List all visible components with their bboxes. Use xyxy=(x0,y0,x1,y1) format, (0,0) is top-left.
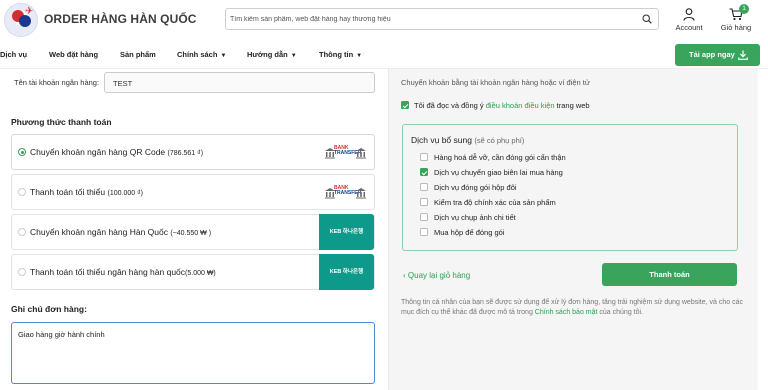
cart-label: Giỏ hàng xyxy=(720,23,752,32)
user-icon xyxy=(683,8,695,21)
checkout-button[interactable]: Thanh toán xyxy=(602,263,737,286)
brand-name[interactable]: ORDER HÀNG HÀN QUỐC xyxy=(44,12,197,26)
keb-hana-logo: KEB 하나은행 xyxy=(319,214,374,250)
service-checkbox[interactable] xyxy=(420,168,428,176)
privacy-notice: Thông tin cá nhân của bạn sẽ được sử dụn… xyxy=(401,299,743,316)
payment-option-korea-minimum[interactable]: Thanh toán tối thiểu ngân hàng hàn quốc(… xyxy=(11,254,375,290)
nav-item-chinh-sach[interactable]: Chính sách ▼ xyxy=(177,50,226,59)
terms-link[interactable]: điều khoản điều kiện xyxy=(486,101,555,110)
service-checkbox[interactable] xyxy=(420,183,428,191)
radio-button[interactable] xyxy=(18,228,26,236)
payment-option-amount: (100.000 ₫) xyxy=(107,190,144,197)
account-name-label: Tên tài khoản ngân hàng: xyxy=(14,78,100,87)
payment-option-name: Chuyển khoản ngân hàng QR Code xyxy=(30,147,166,157)
chevron-down-icon: ▼ xyxy=(290,53,297,59)
terms-checkbox[interactable] xyxy=(401,101,409,109)
chevron-left-icon: ‹ xyxy=(403,271,406,280)
account-name-field[interactable]: TEST xyxy=(104,72,375,93)
back-to-cart-link[interactable]: ‹ Quay lại giỏ hàng xyxy=(403,271,470,280)
download-app-button[interactable]: Tải app ngay xyxy=(675,44,760,66)
payment-intro-text: Chuyển khoản bằng tài khoản ngân hàng ho… xyxy=(401,78,590,87)
radio-button[interactable] xyxy=(18,268,26,276)
site-logo[interactable]: ✈ xyxy=(4,3,38,37)
nav-item-huong-dan[interactable]: Hướng dẫn ▼ xyxy=(247,50,297,59)
airplane-icon: ✈ xyxy=(25,6,34,17)
payment-option-name: Thanh toán tối thiểu xyxy=(30,187,106,197)
main-nav: Dịch vụ Web đặt hàng Sản phẩm Chính sách… xyxy=(0,42,768,68)
payment-option-amount: (786.561 ₫) xyxy=(167,150,204,157)
cart-count-badge: 1 xyxy=(739,4,749,14)
services-title: Dịch vụ bổ sung (sẽ có phụ phí) xyxy=(411,135,525,145)
bank-icon xyxy=(356,188,366,199)
payment-method-title: Phương thức thanh toán xyxy=(11,117,112,127)
keb-hana-logo: KEB 하나은행 xyxy=(319,254,374,290)
payment-option-amount: (~40.550 ₩ ) xyxy=(170,230,212,237)
service-checkbox[interactable] xyxy=(420,213,428,221)
account-label: Account xyxy=(675,23,703,32)
bank-icon xyxy=(356,148,366,159)
privacy-policy-link[interactable]: Chính sách bảo mật xyxy=(535,309,598,316)
payment-option-korea-bank[interactable]: Chuyển khoản ngân hàng Hàn Quốc (~40.550… xyxy=(11,214,375,250)
chevron-down-icon: ▼ xyxy=(356,53,363,59)
order-note-textarea[interactable] xyxy=(11,322,375,384)
payment-option-qr[interactable]: Chuyển khoản ngân hàng QR Code (786.561 … xyxy=(11,134,375,170)
radio-button[interactable] xyxy=(18,188,26,196)
service-checkbox[interactable] xyxy=(420,153,428,161)
terms-text: Tôi đã đọc và đồng ý điều khoản điều kiệ… xyxy=(414,101,590,110)
payment-option-name: Thanh toán tối thiểu ngân hàng hàn quốc xyxy=(30,267,186,277)
search-icon[interactable] xyxy=(642,14,652,24)
service-checkbox[interactable] xyxy=(420,228,428,236)
chevron-down-icon: ▼ xyxy=(220,53,227,59)
cart-button[interactable]: 1 Giỏ hàng xyxy=(716,4,756,34)
checkout-panel: Chuyển khoản bằng tài khoản ngân hàng ho… xyxy=(388,69,758,390)
search-input[interactable] xyxy=(230,12,630,26)
search-box[interactable] xyxy=(225,8,659,30)
nav-item-dich-vu[interactable]: Dịch vụ xyxy=(0,50,27,59)
payment-option-amount: (5.000 ₩) xyxy=(185,270,216,277)
nav-item-thong-tin[interactable]: Thông tin ▼ xyxy=(319,50,362,59)
radio-button[interactable] xyxy=(18,148,26,156)
account-button[interactable]: Account xyxy=(672,6,706,34)
service-checkbox[interactable] xyxy=(420,198,428,206)
additional-services-box: Dịch vụ bổ sung (sẽ có phụ phí) Hàng hoá… xyxy=(402,124,738,251)
nav-item-san-pham[interactable]: Sản phẩm xyxy=(120,50,156,59)
download-icon xyxy=(738,50,748,60)
nav-item-web-dat-hang[interactable]: Web đặt hàng xyxy=(49,50,98,59)
site-header: ✈ ORDER HÀNG HÀN QUỐC Account 1 Giỏ hàng xyxy=(0,0,768,40)
bank-transfer-logo: BANK TRANSFER xyxy=(324,182,368,204)
download-app-label: Tải app ngay xyxy=(689,50,735,59)
bank-transfer-logo: BANK TRANSFER xyxy=(324,142,368,164)
payment-option-minimum[interactable]: Thanh toán tối thiểu (100.000 ₫) BANK TRA… xyxy=(11,174,375,210)
payment-option-name: Chuyển khoản ngân hàng Hàn Quốc xyxy=(30,227,168,237)
order-note-title: Ghi chú đơn hàng: xyxy=(11,304,87,314)
